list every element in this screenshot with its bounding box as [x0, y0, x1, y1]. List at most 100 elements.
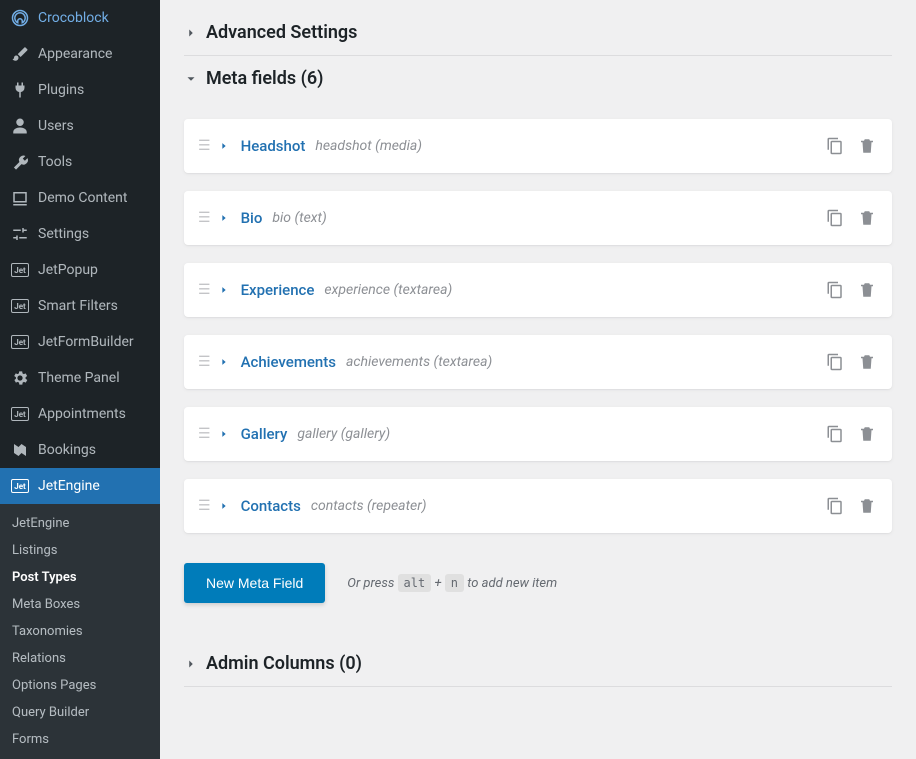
sidebar-item-settings[interactable]: Settings [0, 216, 160, 252]
copy-button[interactable] [824, 135, 846, 157]
new-field-hint: Or press alt + n to add new item [347, 576, 557, 591]
hint-text: Or press [347, 576, 397, 591]
section-meta-fields[interactable]: Meta fields (6) [184, 56, 892, 101]
section-title: Advanced Settings [206, 22, 357, 43]
sidebar-item-label: JetFormBuilder [38, 334, 134, 350]
chevron-right-icon[interactable] [219, 500, 231, 512]
new-field-row: New Meta Field Or press alt + n to add n… [184, 563, 892, 603]
chevron-right-icon[interactable] [219, 140, 231, 152]
chevron-right-icon [184, 657, 198, 671]
meta-field-card: ☰ Achievements achievements (textarea) [184, 335, 892, 389]
section-title: Admin Columns (0) [206, 653, 362, 674]
sidebar-item-plugins[interactable]: Plugins [0, 72, 160, 108]
chevron-right-icon[interactable] [219, 284, 231, 296]
sidebar-item-label: Smart Filters [38, 298, 118, 314]
copy-button[interactable] [824, 279, 846, 301]
meta-field-slug: achievements (textarea) [346, 354, 492, 370]
sidebar-item-label: Demo Content [38, 190, 128, 206]
delete-button[interactable] [856, 135, 878, 157]
sidebar-item-demo-content[interactable]: Demo Content [0, 180, 160, 216]
sidebar-item-label: Appointments [38, 406, 126, 422]
sidebar-item-label: Appearance [38, 46, 112, 62]
delete-button[interactable] [856, 351, 878, 373]
sidebar-item-tools[interactable]: Tools [0, 144, 160, 180]
drag-handle-icon[interactable]: ☰ [198, 355, 211, 369]
copy-button[interactable] [824, 423, 846, 445]
drag-handle-icon[interactable]: ☰ [198, 211, 211, 225]
meta-field-name[interactable]: Contacts [241, 497, 301, 515]
submenu-item-relations[interactable]: Relations [0, 645, 160, 672]
sidebar-item-appearance[interactable]: Appearance [0, 36, 160, 72]
sliders-icon [10, 224, 30, 244]
chevron-right-icon[interactable] [219, 356, 231, 368]
meta-field-slug: headshot (media) [315, 138, 422, 154]
sidebar-item-label: Bookings [38, 442, 96, 458]
submenu-item-post-types[interactable]: Post Types [0, 564, 160, 591]
submenu-item-meta-boxes[interactable]: Meta Boxes [0, 591, 160, 618]
box-icon: Jet [10, 260, 30, 280]
wrench-icon [10, 152, 30, 172]
drag-handle-icon[interactable]: ☰ [198, 139, 211, 153]
croco-icon [10, 8, 30, 28]
box-icon: Jet [10, 404, 30, 424]
chevron-right-icon[interactable] [219, 212, 231, 224]
sidebar-item-jetformbuilder[interactable]: JetJetFormBuilder [0, 324, 160, 360]
delete-button[interactable] [856, 423, 878, 445]
section-advanced-settings[interactable]: Advanced Settings [184, 10, 892, 56]
kbd-alt: alt [398, 574, 432, 592]
hint-text: + [434, 576, 444, 591]
meta-field-slug: gallery (gallery) [297, 426, 390, 442]
submenu-item-jetengine[interactable]: JetEngine [0, 510, 160, 537]
delete-button[interactable] [856, 495, 878, 517]
hint-text: to add new item [467, 576, 557, 591]
section-admin-columns[interactable]: Admin Columns (0) [184, 641, 892, 687]
meta-field-name[interactable]: Headshot [241, 137, 306, 155]
sidebar-item-label: Settings [38, 226, 89, 242]
sidebar-item-label: JetPopup [38, 262, 98, 278]
copy-button[interactable] [824, 207, 846, 229]
sidebar-item-jetpopup[interactable]: Jet JetPopup [0, 252, 160, 288]
chevron-right-icon [184, 26, 198, 40]
sidebar-item-jetengine[interactable]: JetJetEngine [0, 468, 160, 504]
plug-icon [10, 80, 30, 100]
meta-field-slug: contacts (repeater) [311, 498, 427, 514]
brush-icon [10, 44, 30, 64]
submenu-item-query-builder[interactable]: Query Builder [0, 699, 160, 726]
submenu-item-forms[interactable]: Forms [0, 726, 160, 753]
sidebar-item-bookings[interactable]: Bookings [0, 432, 160, 468]
submenu-item-taxonomies[interactable]: Taxonomies [0, 618, 160, 645]
sidebar-item-label: Tools [38, 154, 72, 170]
drag-handle-icon[interactable]: ☰ [198, 427, 211, 441]
meta-field-name[interactable]: Bio [241, 209, 263, 227]
demo-icon [10, 188, 30, 208]
gear-icon [10, 368, 30, 388]
copy-button[interactable] [824, 495, 846, 517]
drag-handle-icon[interactable]: ☰ [198, 283, 211, 297]
meta-fields-list: ☰Headshotheadshot (media)☰Biobio (text)☰… [184, 119, 892, 533]
meta-field-card: ☰ Headshot headshot (media) [184, 119, 892, 173]
copy-button[interactable] [824, 351, 846, 373]
sidebar-item-users[interactable]: Users [0, 108, 160, 144]
submenu-item-listings[interactable]: Listings [0, 537, 160, 564]
delete-button[interactable] [856, 207, 878, 229]
meta-field-card: ☰Biobio (text) [184, 191, 892, 245]
submenu-item-options-pages[interactable]: Options Pages [0, 672, 160, 699]
meta-field-name[interactable]: Gallery [241, 425, 288, 443]
admin-sidebar: Crocoblock Appearance Plugins Users Tools Dem… [0, 0, 160, 759]
sidebar-item-label: Crocoblock [38, 10, 109, 26]
sidebar-item-smart-filters[interactable]: Jet Smart Filters [0, 288, 160, 324]
new-meta-field-button[interactable]: New Meta Field [184, 563, 325, 603]
delete-button[interactable] [856, 279, 878, 301]
sidebar-item-crocoblock[interactable]: Crocoblock [0, 0, 160, 36]
user-icon [10, 116, 30, 136]
sidebar-item-theme-panel[interactable]: Theme Panel [0, 360, 160, 396]
box-icon: Jet [10, 476, 30, 496]
chevron-right-icon[interactable] [219, 428, 231, 440]
sidebar-item-appointments[interactable]: Jet Appointments [0, 396, 160, 432]
sidebar-item-label: Users [38, 118, 74, 134]
box-icon: Jet [10, 296, 30, 316]
meta-field-name[interactable]: Experience [241, 281, 315, 299]
meta-field-name[interactable]: Achievements [241, 353, 336, 371]
kbd-n: n [445, 574, 464, 592]
drag-handle-icon[interactable]: ☰ [198, 499, 211, 513]
